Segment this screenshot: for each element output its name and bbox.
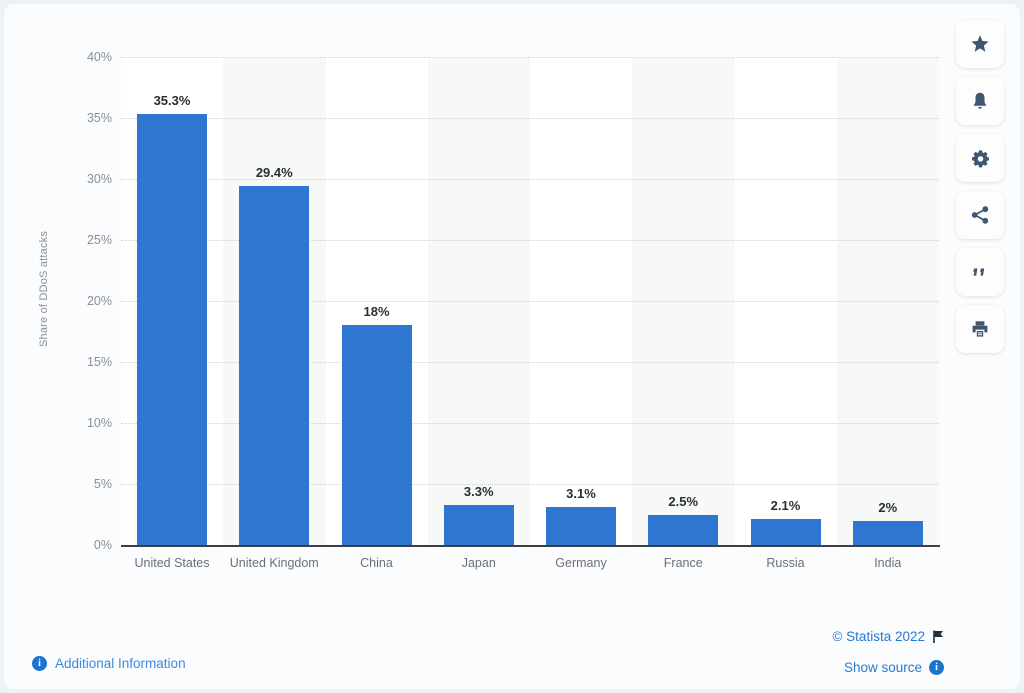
y-axis-tick-label: 0% [93,538,112,552]
y-axis-tick-label: 10% [86,416,112,430]
x-axis-tick-label: Japan [461,556,496,570]
x-axis-tick-label: Germany [555,556,607,570]
statista-chart-page: Share of DDoS attacks 0% 5% 10% 15% 20% 25% 30… [0,0,1024,693]
gear-icon [971,149,990,168]
y-axis-tick-label: 40% [86,50,112,64]
printer-icon [970,319,990,339]
cite-button[interactable] [956,248,1004,296]
bar-value-label: 3.3% [463,483,494,499]
bar-chart: Share of DDoS attacks 0% 5% 10% 15% 20% 25% 30… [4,4,964,614]
gridline [121,118,939,119]
x-axis-tick-label: France [663,556,703,570]
quote-icon [970,262,990,282]
info-icon: i [929,660,944,675]
y-axis-tick-label: 30% [86,172,112,186]
copyright: © Statista 2022 [832,629,944,644]
favorite-button[interactable] [956,20,1004,68]
settings-button[interactable] [956,134,1004,182]
bar[interactable] [239,186,310,545]
print-button[interactable] [956,305,1004,353]
share-icon [970,205,990,225]
alerts-button[interactable] [956,77,1004,125]
bar-value-label: 35.3% [153,93,191,109]
x-axis-tick-label: China [360,556,393,570]
chart-card: Share of DDoS attacks 0% 5% 10% 15% 20% 25% 30… [4,4,1020,689]
bar[interactable] [443,504,514,545]
bar[interactable] [750,519,821,545]
bar-value-label: 18% [363,304,390,320]
share-button[interactable] [956,191,1004,239]
bar[interactable] [648,514,719,545]
x-axis-tick-label: Russia [766,556,805,570]
show-source-link[interactable]: Show source i [844,660,944,675]
bar-value-label: 2.5% [668,493,699,509]
info-icon: i [32,656,47,671]
additional-information-link[interactable]: i Additional Information [32,656,186,671]
show-source-label: Show source [843,660,922,675]
bar-value-label: 2.1% [770,498,801,514]
additional-information-label: Additional Information [55,656,186,671]
x-axis-tick-label: United Kingdom [229,556,319,570]
y-axis-tick-label: 20% [86,294,112,308]
star-icon [970,34,990,54]
x-axis-tick-label: India [874,556,902,570]
bar-value-label: 3.1% [566,486,596,502]
bar[interactable] [341,325,412,545]
x-axis-tick-label: United States [134,556,210,570]
y-axis-title: Share of DDoS attacks [38,230,50,348]
y-axis-tick-label: 5% [93,477,112,491]
flag-icon [932,630,944,643]
copyright-label: © Statista 2022 [832,629,925,644]
bar-value-label: 29.4% [255,165,293,181]
x-axis-line [121,545,940,547]
bar-value-label: 2% [878,499,898,515]
y-axis-tick-label: 25% [86,233,112,247]
bell-icon [970,91,990,111]
bar[interactable] [546,507,617,545]
tool-rail [956,20,1004,353]
bar[interactable] [852,520,923,545]
y-axis-tick-label: 35% [86,111,112,125]
bar[interactable] [137,114,208,545]
gridline [121,57,939,58]
y-axis-tick-label: 15% [86,355,112,369]
